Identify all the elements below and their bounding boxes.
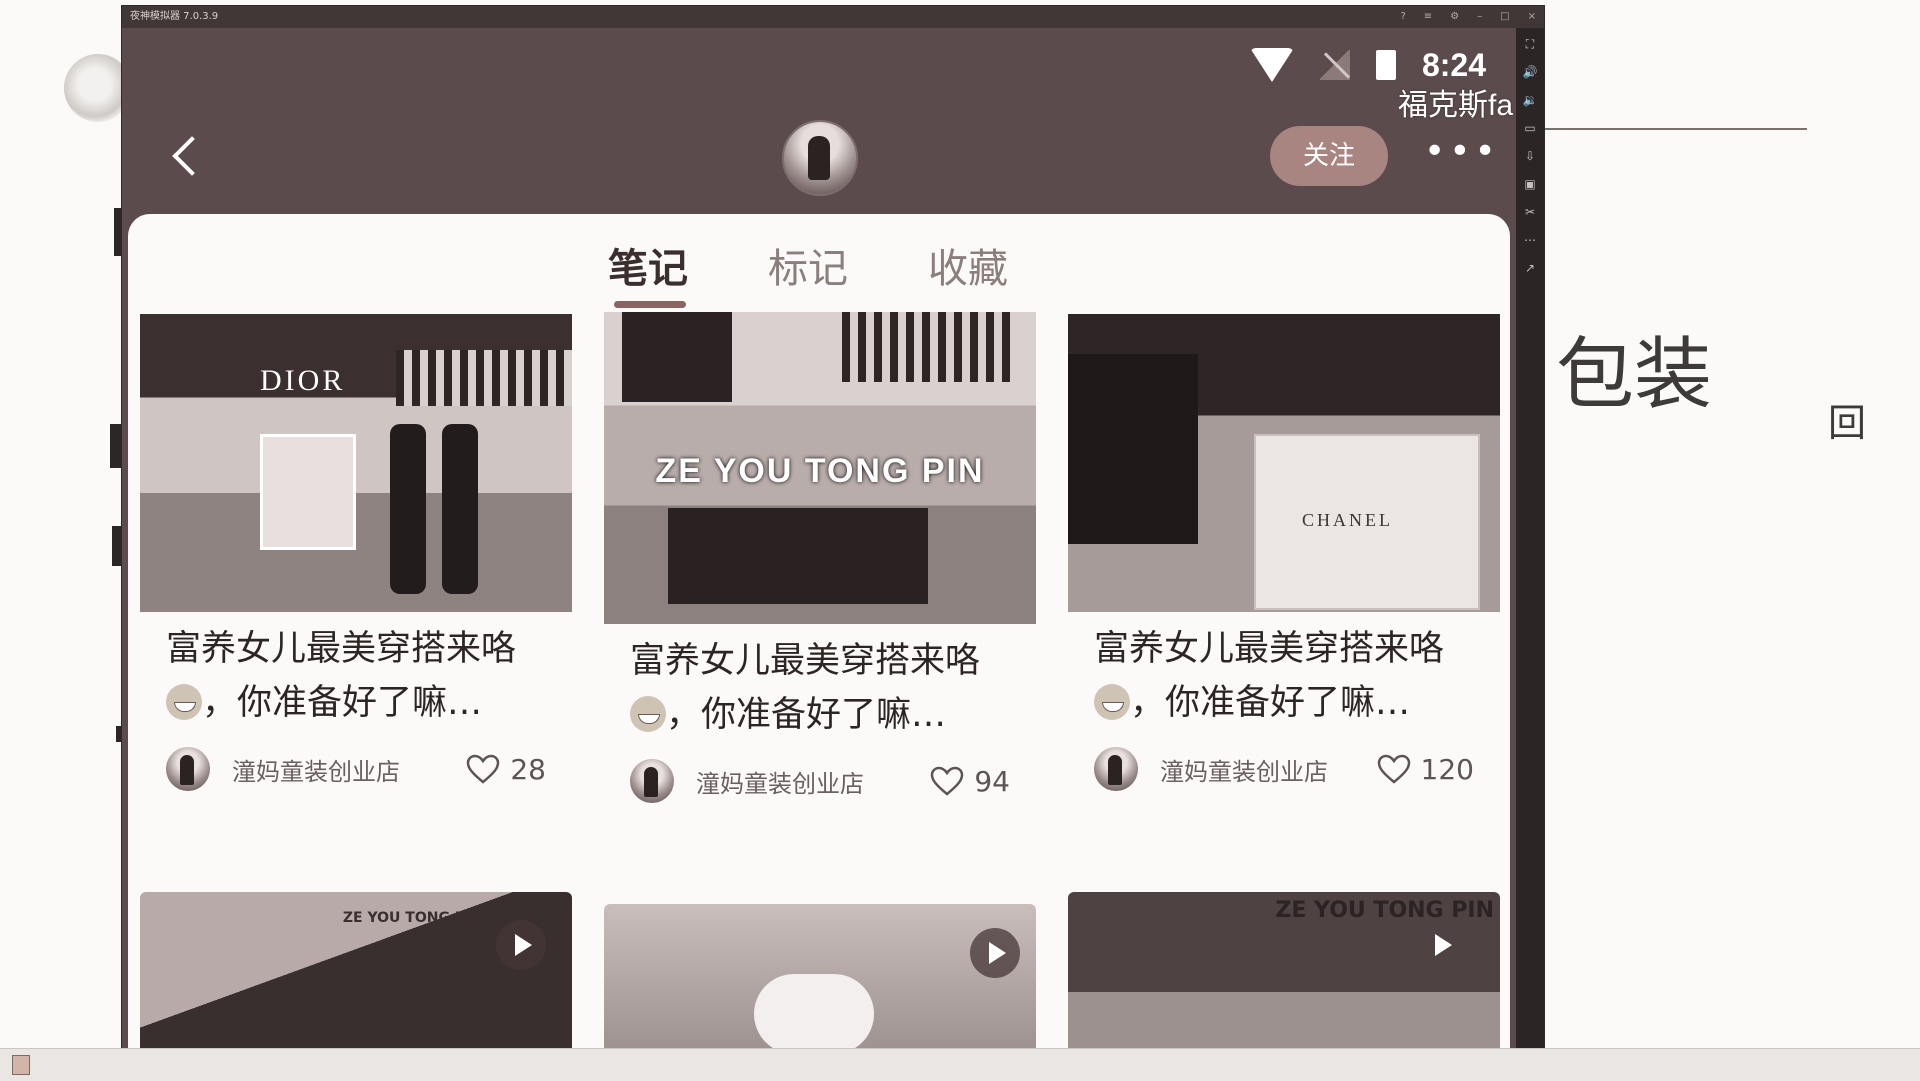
avatar-figure [180,755,194,785]
author-avatar[interactable] [630,759,674,803]
thumb-clothes [622,312,732,402]
more-icon[interactable]: ⋯ [1522,232,1538,248]
note-title-line1: 富养女儿最美穿搭来咯 [166,629,517,669]
profile-tabs: 笔记 标记 收藏 [608,236,1008,308]
note-meta: 潼妈童装创业店 28 [166,744,546,794]
note-thumbnail[interactable]: DIOR [140,314,572,612]
content-sheet: 笔记 标记 收藏 DIOR 富养女儿最美穿搭来咯 ，你准备好了嘛… 潼妈童装创业店 [128,214,1510,1048]
import-icon[interactable]: ⇩ [1522,148,1538,164]
window-controls: ? ≡ ⚙ – □ × [1400,6,1536,28]
share-icon[interactable]: ↗ [1522,260,1538,276]
heart-icon[interactable] [1377,754,1411,784]
thumb-brand: DIOR [260,364,346,397]
play-icon[interactable] [1416,920,1466,970]
like-count: 94 [974,764,1010,798]
wifi-icon [1249,48,1294,82]
avatar-figure [1108,755,1122,785]
video-thumbnail[interactable] [604,904,1036,1048]
thumb-photo [260,434,356,550]
apk-icon[interactable]: ▣ [1522,176,1538,192]
thumb-brand: CHANEL [1302,510,1393,530]
volume-up-icon[interactable]: 🔊 [1522,64,1538,80]
grin-emoji-icon [1094,684,1130,720]
minimize-icon[interactable]: – [1477,6,1482,28]
volume-down-icon[interactable]: 🔉 [1522,92,1538,108]
thumb-box [668,508,928,604]
play-icon[interactable] [496,920,546,970]
thumb-boot [442,424,478,594]
whiteboard-line [1545,128,1807,130]
note-title-line1: 富养女儿最美穿搭来咯 [1094,629,1445,669]
author-name[interactable]: 潼妈童装创业店 [696,764,930,799]
scissors-icon[interactable]: ✂ [1522,204,1538,220]
heart-icon[interactable] [466,754,500,784]
back-arrow-icon[interactable] [166,136,200,170]
video-thumbnail[interactable]: ZE YOU TONG PIN [140,892,572,1048]
emulator-title: 夜神模拟器 7.0.3.9 [130,11,219,22]
help-icon[interactable]: ? [1400,6,1405,28]
note-card[interactable]: DIOR 富养女儿最美穿搭来咯 ，你准备好了嘛… 潼妈童装创业店 28 [140,314,572,794]
whiteboard-scribble-small: 回 [1828,401,1867,445]
grin-emoji-icon [630,696,666,732]
thumb-clothes [842,312,1018,382]
note-title: 富养女儿最美穿搭来咯 ，你准备好了嘛… [166,622,546,730]
screen-icon[interactable]: ▭ [1522,120,1538,136]
menu-icon[interactable]: ≡ [1424,6,1432,28]
author-avatar[interactable] [166,747,210,791]
follow-button[interactable]: 关注 [1270,126,1388,186]
profile-avatar[interactable] [782,120,858,196]
note-card[interactable]: ZE YOU TONG PIN 富养女儿最美穿搭来咯 ，你准备好了嘛… 潼妈童装创… [604,312,1036,806]
note-title-line2: ，你准备好了嘛… [202,683,483,723]
avatar-figure [808,136,830,180]
note-title: 富养女儿最美穿搭来咯 ，你准备好了嘛… [630,634,1010,742]
no-signal-icon [1319,50,1350,80]
thumb-boot [390,424,426,594]
note-title-line2: ，你准备好了嘛… [1130,683,1411,723]
author-name[interactable]: 潼妈童装创业店 [1160,752,1377,787]
note-card[interactable]: CHANEL 富养女儿最美穿搭来咯 ，你准备好了嘛… 潼妈童装创业店 120 [1068,314,1500,794]
emulator-sidebar: ⛶ 🔊 🔉 ▭ ⇩ ▣ ✂ ⋯ ↗ [1516,28,1544,1056]
file-icon[interactable] [12,1055,30,1075]
note-meta: 潼妈童装创业店 120 [1094,744,1474,794]
video-thumb-text: ZE YOU TONG PIN [1275,898,1494,923]
like-count: 28 [510,752,546,786]
whiteboard-scribble: 包装 [1556,330,1713,420]
note-title-line2: ，你准备好了嘛… [666,695,947,735]
note-title: 富养女儿最美穿搭来咯 ，你准备好了嘛… [1094,622,1474,730]
heart-icon[interactable] [930,766,964,796]
close-icon[interactable]: × [1528,6,1536,28]
video-thumb-object [754,974,874,1048]
thumb-bag [1068,354,1198,544]
battery-icon [1375,50,1396,80]
avatar-figure [644,767,658,797]
phone-screen: 8:24 福克斯fa 关注 ••• 笔记 标记 收藏 DIOR 富养女儿最美穿搭… [122,28,1516,1048]
note-title-line1: 富养女儿最美穿搭来咯 [630,641,981,681]
thumb-clothes [396,350,572,406]
tab-marks[interactable]: 标记 [768,236,848,308]
video-thumb-text: ZE YOU TONG PIN [342,910,482,926]
more-options-icon[interactable]: ••• [1424,134,1500,170]
like-count: 120 [1420,752,1474,786]
status-time: 8:24 [1421,46,1486,83]
maximize-icon[interactable]: □ [1500,6,1509,28]
tab-notes[interactable]: 笔记 [608,236,688,308]
author-avatar[interactable] [1094,747,1138,791]
tab-collections[interactable]: 收藏 [928,236,1008,308]
profile-navbar: 关注 ••• [122,114,1516,200]
fullscreen-icon[interactable]: ⛶ [1522,36,1538,52]
emulator-window: 夜神模拟器 7.0.3.9 ? ≡ ⚙ – □ × 8:24 福克斯fa 关注 … [122,6,1544,1056]
note-thumbnail[interactable]: CHANEL [1068,314,1500,612]
play-icon[interactable] [970,928,1020,978]
author-name[interactable]: 潼妈童装创业店 [232,752,466,787]
grin-emoji-icon [166,684,202,720]
emulator-titlebar[interactable]: 夜神模拟器 7.0.3.9 ? ≡ ⚙ – □ × [122,6,1544,28]
note-meta: 潼妈童装创业店 94 [630,756,1010,806]
taskbar [0,1048,1920,1081]
thumb-text: ZE YOU TONG PIN [655,452,985,491]
settings-icon[interactable]: ⚙ [1450,6,1459,28]
video-thumbnail[interactable]: ZE YOU TONG PIN [1068,892,1500,1048]
note-thumbnail[interactable]: ZE YOU TONG PIN [604,312,1036,624]
